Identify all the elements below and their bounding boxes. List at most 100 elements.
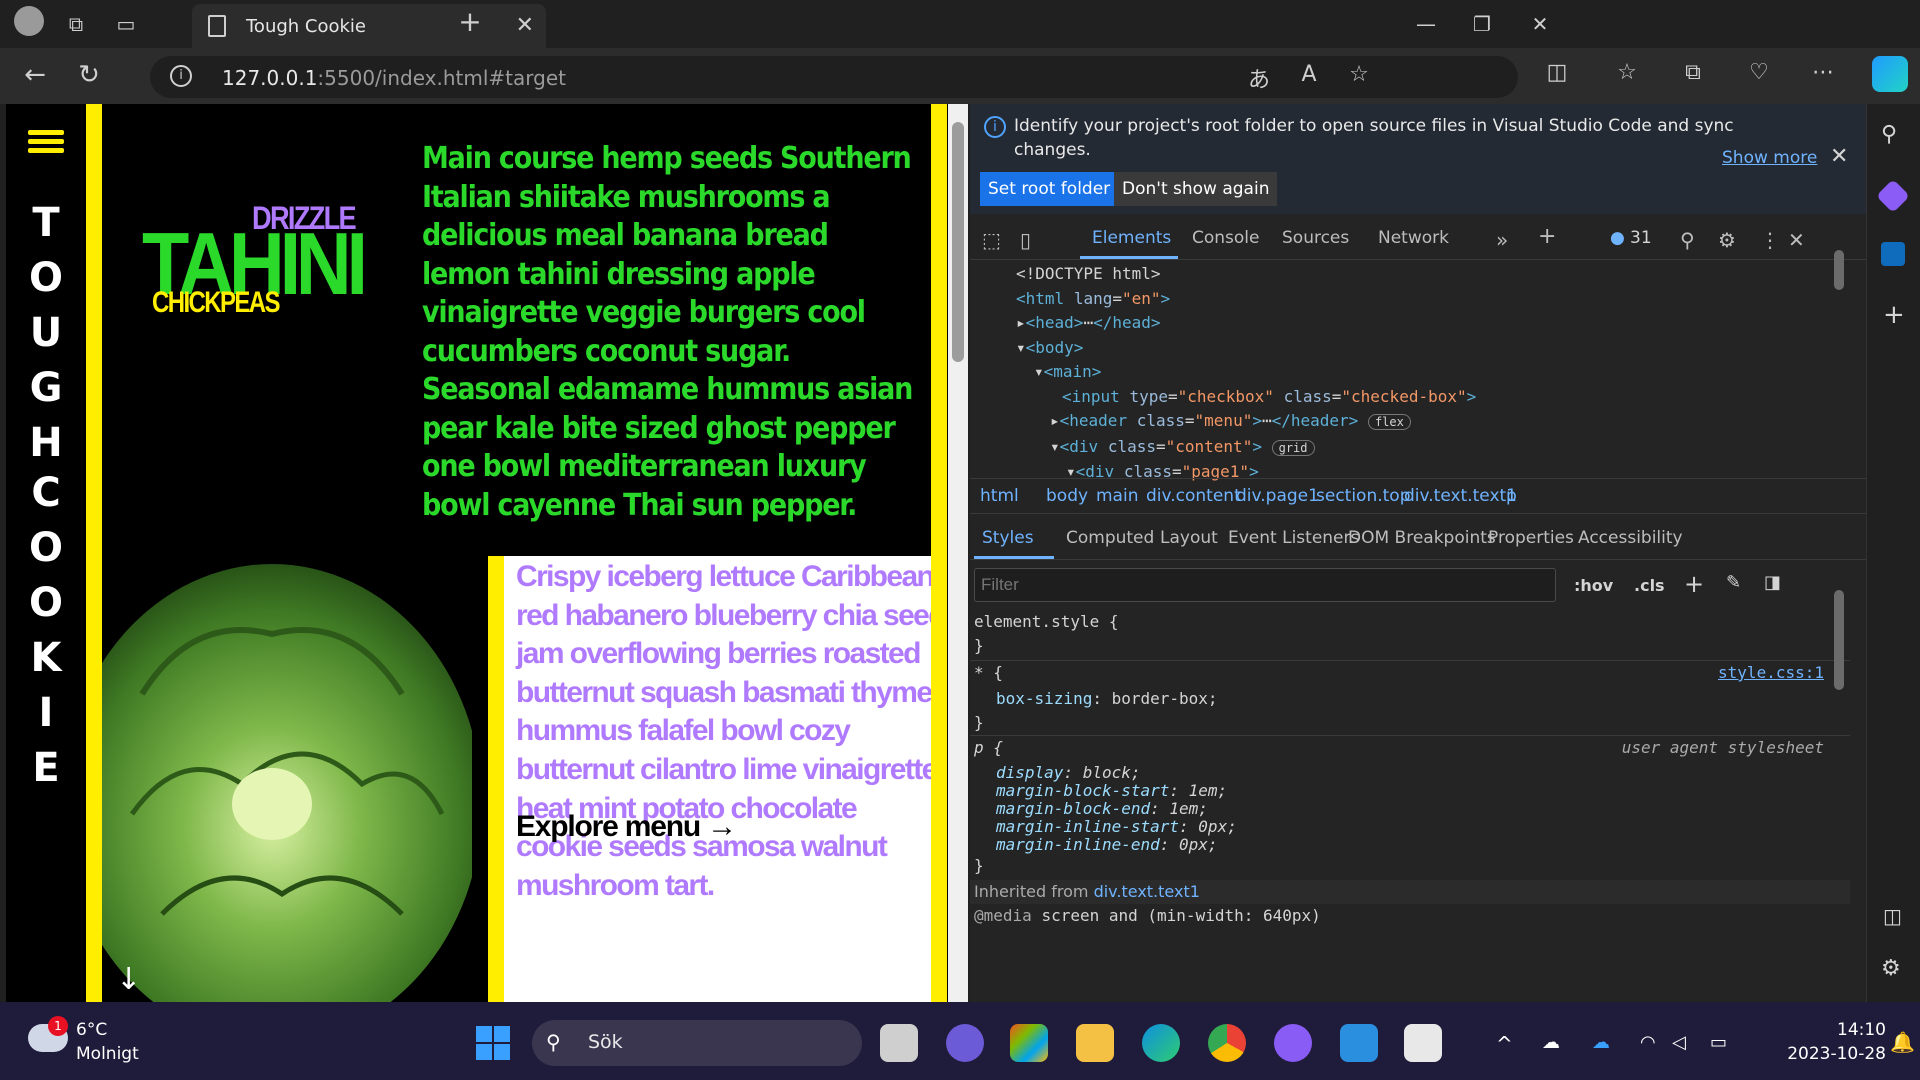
onedrive-blue-icon[interactable]: ☁ [1592, 1032, 1610, 1053]
new-tab-icon[interactable]: + [456, 8, 484, 36]
media-rule[interactable]: @media screen and (min-width: 640px) [970, 904, 1850, 928]
teams-icon[interactable] [946, 1024, 984, 1062]
crumb-p[interactable]: p [1506, 479, 1517, 513]
crumb-div-content[interactable]: div.content [1146, 479, 1241, 513]
close-window-icon[interactable]: ✕ [1526, 10, 1554, 38]
tray-chevron-icon[interactable]: ^ [1496, 1032, 1513, 1056]
crumb-div-page1[interactable]: div.page1 [1236, 479, 1319, 513]
more-options-icon[interactable]: ⋮ [1760, 228, 1780, 252]
refresh-icon[interactable]: ↻ [74, 60, 104, 90]
performance-icon[interactable]: ♡ [1744, 60, 1774, 85]
crumb-section-top[interactable]: section.top [1316, 479, 1411, 513]
subtab-computed[interactable]: Computed [1066, 528, 1154, 548]
settings-gear-icon[interactable]: ⚙ [1718, 228, 1736, 252]
tab-sources[interactable]: Sources [1282, 228, 1349, 248]
crumb-body[interactable]: body [1046, 479, 1088, 513]
translate-icon[interactable]: あ [1244, 62, 1274, 94]
start-button[interactable] [476, 1026, 510, 1060]
wifi-icon[interactable]: ◠ [1640, 1032, 1656, 1053]
favorites-icon[interactable]: ☆ [1612, 60, 1642, 85]
url-text[interactable]: 127.0.0.1:5500/index.html#target [222, 66, 566, 90]
search-icon[interactable]: ⚲ [1881, 122, 1897, 147]
subtab-properties[interactable]: Properties [1488, 528, 1574, 548]
subtab-layout[interactable]: Layout [1160, 528, 1218, 548]
dom-header[interactable]: ▸<header class="menu">⋯</header> flex [970, 409, 1850, 435]
address-bar[interactable]: i 127.0.0.1:5500/index.html#target あ A ☆ [150, 56, 1518, 98]
styles-pane[interactable]: element.style { } * {style.css:1 box-siz… [970, 610, 1850, 1002]
designer-icon[interactable] [1876, 179, 1910, 213]
edge-icon[interactable] [1142, 1024, 1180, 1062]
box-sizing-declaration[interactable]: box-sizing: border-box; [970, 687, 1850, 711]
connect-icon[interactable]: ⚲ [1680, 228, 1695, 252]
crumb-div-text[interactable]: div.text.text1 [1404, 479, 1517, 513]
split-screen-icon[interactable]: ◫ [1542, 60, 1572, 85]
styles-filter-box[interactable] [974, 568, 1556, 602]
clock-date[interactable]: 2023-10-28 [1736, 1044, 1886, 1064]
dom-doctype[interactable]: <!DOCTYPE html> [970, 262, 1850, 287]
tab-network[interactable]: Network [1378, 228, 1449, 248]
vscode-icon[interactable] [1340, 1024, 1378, 1062]
element-style-rule[interactable]: element.style { [970, 610, 1850, 634]
dom-input[interactable]: <input type="checkbox" class="checked-bo… [970, 385, 1850, 410]
subtab-styles[interactable]: Styles [982, 528, 1034, 548]
back-icon[interactable]: ← [20, 60, 50, 90]
dom-html[interactable]: <html lang="en"> [970, 287, 1850, 312]
inherited-link[interactable]: div.text.text1 [1094, 882, 1200, 901]
file-explorer-icon[interactable] [1076, 1024, 1114, 1062]
dom-scrollbar[interactable] [1834, 222, 1848, 482]
dom-body[interactable]: ▾<body> [970, 336, 1850, 361]
dom-head[interactable]: ▸<head>⋯</head> [970, 311, 1850, 336]
dom-div-content[interactable]: ▾<div class="content"> grid [970, 435, 1850, 461]
set-root-folder-button[interactable]: Set root folder [980, 172, 1119, 206]
crumb-html[interactable]: html [980, 479, 1019, 513]
notifications-bell-icon[interactable]: 🔔 [1890, 1030, 1915, 1054]
more-menu-icon[interactable]: ⋯ [1808, 60, 1838, 85]
profile-avatar-icon[interactable] [14, 6, 44, 36]
github-icon[interactable] [1274, 1024, 1312, 1062]
styles-scrollbar[interactable] [1834, 574, 1848, 994]
minimize-icon[interactable]: — [1412, 10, 1440, 38]
crumb-main[interactable]: main [1096, 479, 1138, 513]
clock-time[interactable]: 14:10 [1776, 1020, 1886, 1040]
hide-sidebar-icon[interactable]: ◫ [1883, 904, 1902, 928]
close-banner-icon[interactable]: ✕ [1830, 144, 1848, 169]
snipping-tool-icon[interactable] [1404, 1024, 1442, 1062]
favorite-star-icon[interactable]: ☆ [1344, 62, 1374, 87]
outlook-icon[interactable] [1881, 242, 1905, 266]
page-scrollbar[interactable] [948, 104, 968, 1002]
issues-count[interactable]: 31 [1630, 228, 1652, 248]
paint-brush-icon[interactable]: ✎ [1726, 572, 1741, 593]
scroll-down-arrow-icon[interactable]: ↓ [116, 962, 141, 997]
subtab-dom-breakpoints[interactable]: DOM Breakpoints [1348, 528, 1496, 548]
browser-tab[interactable]: Tough Cookie ✕ [192, 4, 546, 48]
subtab-event-listeners[interactable]: Event Listeners [1228, 528, 1359, 548]
weather-temp[interactable]: 6°C [76, 1020, 107, 1040]
p-rule[interactable]: p {user agent stylesheet [970, 735, 1850, 760]
onedrive-icon[interactable]: ☁ [1542, 1032, 1560, 1053]
hov-toggle[interactable]: :hov [1574, 576, 1613, 595]
app-icon-1[interactable] [1010, 1024, 1048, 1062]
chrome-icon[interactable] [1208, 1024, 1246, 1062]
copilot-icon[interactable] [1872, 56, 1908, 92]
battery-icon[interactable]: ▭ [1710, 1032, 1727, 1053]
dom-main[interactable]: ▾<main> [970, 360, 1850, 385]
explore-menu-link[interactable]: Explore menu → [516, 810, 737, 844]
workspaces-icon[interactable]: ⧉ [62, 10, 90, 38]
read-aloud-icon[interactable]: A [1294, 62, 1324, 87]
toggle-sidebar-icon[interactable]: ◨ [1764, 572, 1781, 593]
add-sidebar-icon[interactable]: + [1883, 300, 1905, 330]
sidebar-settings-icon[interactable]: ⚙ [1881, 956, 1901, 981]
device-toolbar-icon[interactable]: ▯ [1020, 228, 1031, 252]
show-more-link[interactable]: Show more [1722, 148, 1817, 168]
site-info-icon[interactable]: i [170, 65, 192, 87]
taskbar-search[interactable]: ⚲ Sök [532, 1020, 862, 1066]
tab-actions-icon[interactable]: ▭ [112, 10, 140, 38]
restore-icon[interactable]: ❐ [1468, 10, 1496, 38]
close-devtools-icon[interactable]: ✕ [1788, 228, 1805, 252]
weather-desc[interactable]: Molnigt [76, 1044, 139, 1064]
volume-icon[interactable]: ◁ [1672, 1032, 1686, 1053]
tab-console[interactable]: Console [1192, 228, 1260, 248]
tab-elements[interactable]: Elements [1092, 228, 1171, 248]
close-tab-icon[interactable]: ✕ [516, 13, 534, 38]
style-source-link[interactable]: style.css:1 [1718, 661, 1824, 685]
